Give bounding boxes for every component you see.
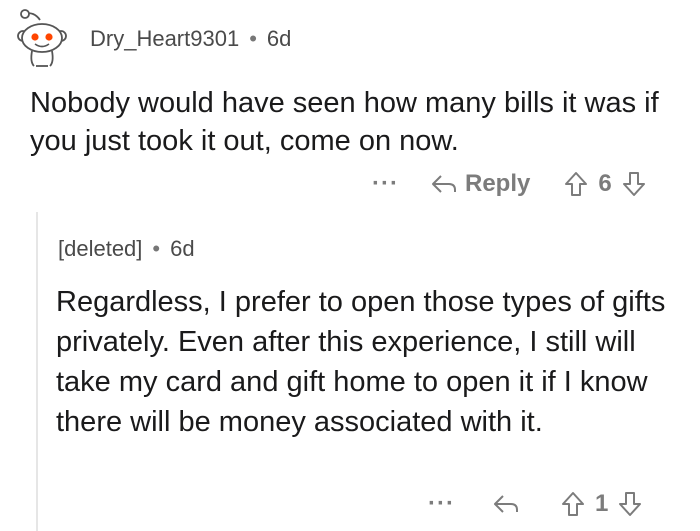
meta-separator: • <box>152 236 161 261</box>
reply-label: Reply <box>464 170 531 197</box>
reddit-snoo-avatar-icon <box>17 9 67 67</box>
reply-comment-meta: [deleted] • 6d <box>58 236 195 262</box>
reply-arrow-icon <box>431 175 456 193</box>
downvote-arrow-icon <box>619 492 642 516</box>
reply-button[interactable]: Reply <box>429 170 530 198</box>
more-options-button[interactable]: ··· <box>428 492 455 516</box>
vote-count: 1 <box>594 490 609 517</box>
meta-separator: • <box>249 26 257 51</box>
reply-comment-age: 6d <box>170 236 195 261</box>
comment-action-bar: ··· Reply 6 <box>372 170 646 198</box>
reply-arrow-icon <box>493 495 518 513</box>
downvote-button[interactable] <box>622 171 646 197</box>
more-options-button[interactable]: ··· <box>372 172 399 196</box>
vote-count: 6 <box>598 170 612 197</box>
downvote-arrow-icon <box>622 172 645 196</box>
upvote-button[interactable] <box>564 171 588 197</box>
comment-body: Nobody would have seen how many bills it… <box>30 87 659 157</box>
comment-age: 6d <box>266 26 292 51</box>
reply-button[interactable] <box>491 492 521 516</box>
thread-line[interactable] <box>36 212 38 531</box>
reply-username: [deleted] <box>58 236 143 261</box>
comment-meta: Dry_Heart9301 • 6d <box>90 26 291 52</box>
username[interactable]: Dry_Heart9301 <box>90 26 239 51</box>
upvote-arrow-icon <box>565 172 588 196</box>
upvote-button[interactable] <box>561 491 585 517</box>
downvote-button[interactable] <box>618 491 642 517</box>
reply-comment-body: Regardless, I prefer to open those types… <box>56 286 666 438</box>
upvote-arrow-icon <box>561 492 584 516</box>
avatar[interactable] <box>10 6 74 70</box>
reply-action-bar: ··· 1 <box>428 490 642 518</box>
